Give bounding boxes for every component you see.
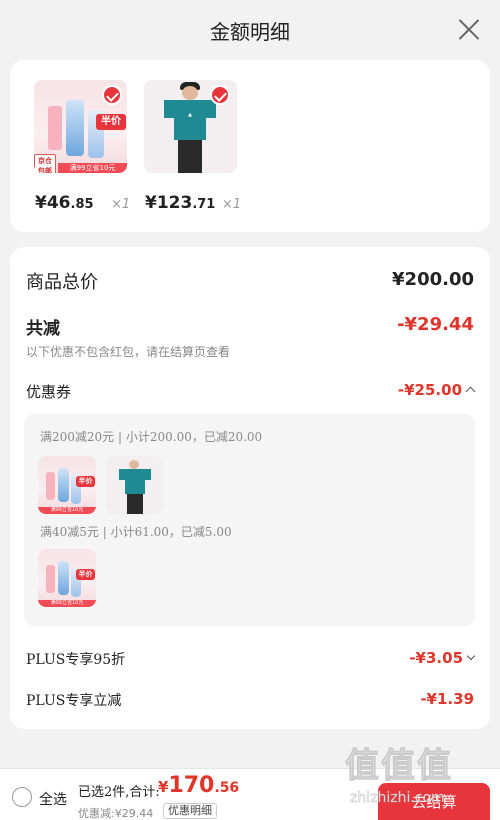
promo-band: 满99立省10元 [38, 600, 96, 607]
head [182, 86, 198, 100]
head [129, 460, 139, 469]
plus95-label: PLUS专享95折 [26, 652, 126, 668]
product-card: 半价 京仓包邮 满99立省10元 ¥46.85 ×1 ▲ ¥123.71 ×1 [10, 60, 490, 232]
plus95-value-toggle[interactable]: -¥3.05 [409, 649, 476, 667]
coupon-value-toggle[interactable]: -¥25.00 [398, 381, 476, 399]
amount-detail-card: 商品总价 ¥200.00 共减 -¥29.44 以下优惠不包含红包，请在结算页查… [10, 247, 490, 729]
shirt-logo: ▲ [188, 112, 192, 118]
jd-shipping-tag: 京仓包邮 [34, 154, 56, 173]
product-bottle [58, 561, 69, 595]
product-bottle [48, 106, 62, 150]
promo-band: 满99立省10元 [38, 507, 96, 514]
sleeve [119, 469, 126, 480]
pants [178, 140, 202, 173]
sleeve [164, 100, 176, 118]
promo-band: 满99立省10元 [58, 163, 127, 173]
half-price-tag: 半价 [76, 569, 95, 580]
tshirt: ▲ [164, 100, 216, 140]
total-price: ¥170.56 [158, 773, 240, 798]
half-price-tag: 半价 [76, 476, 95, 487]
page-title: 金额明细 [210, 20, 290, 44]
product-quantity: ×1 [222, 197, 242, 212]
plus-instant-label: PLUS专享立减 [26, 693, 122, 709]
reduce-value: -¥29.44 [397, 314, 474, 335]
coupon-product-skincare: 半价 满99立省10元 [38, 456, 96, 514]
selected-check-icon[interactable] [102, 85, 122, 105]
coupon-product-skincare: 半价 满99立省10元 [38, 549, 96, 607]
product-price: ¥46.85 [35, 193, 94, 213]
coupon-line: 满200减20元 | 小计200.00，已减20.00 [40, 430, 263, 444]
product-bottle [46, 472, 55, 500]
pants [127, 494, 143, 514]
modal-header: 金额明细 [0, 0, 500, 58]
product-bottle [66, 100, 84, 156]
discount-amount: 优惠减:¥29.44 [78, 807, 154, 820]
half-price-tag: 半价 [96, 114, 126, 130]
goods-total-label: 商品总价 [26, 272, 98, 293]
selected-summary: 已选2件,合计: [78, 785, 160, 800]
discount-detail-button[interactable]: 优惠明细 [163, 803, 217, 819]
product-quantity: ×1 [111, 197, 131, 212]
product-bottle [58, 468, 69, 502]
coupon-label: 优惠券 [26, 383, 72, 401]
coupon-product-tshirt [106, 456, 164, 514]
reduce-note: 以下优惠不包含红包，请在结算页查看 [26, 345, 231, 359]
chevron-up-icon [465, 386, 476, 397]
coupon-line: 满40减5元 | 小计61.00，已减5.00 [40, 525, 232, 539]
product-bottle [46, 565, 55, 593]
reduce-label: 共减 [26, 319, 60, 339]
product-price: ¥123.71 [145, 193, 216, 213]
sleeve [144, 469, 151, 480]
checkout-bar: 全选 已选2件,合计: ¥170.56 优惠减:¥29.44 优惠明细 去结算 [0, 768, 500, 820]
coupon-breakdown: 满200减20元 | 小计200.00，已减20.00 半价 满99立省10元 … [24, 414, 475, 626]
checkout-button[interactable]: 去结算 [378, 783, 490, 820]
selected-check-icon[interactable] [210, 85, 230, 105]
goods-total-value: ¥200.00 [392, 269, 474, 290]
select-all-label[interactable]: 全选 [39, 789, 67, 809]
select-all-radio[interactable] [12, 787, 32, 807]
plus-instant-value: -¥1.39 [420, 690, 474, 708]
chevron-down-icon [466, 651, 476, 661]
tshirt [119, 469, 151, 494]
close-icon[interactable] [458, 18, 480, 40]
